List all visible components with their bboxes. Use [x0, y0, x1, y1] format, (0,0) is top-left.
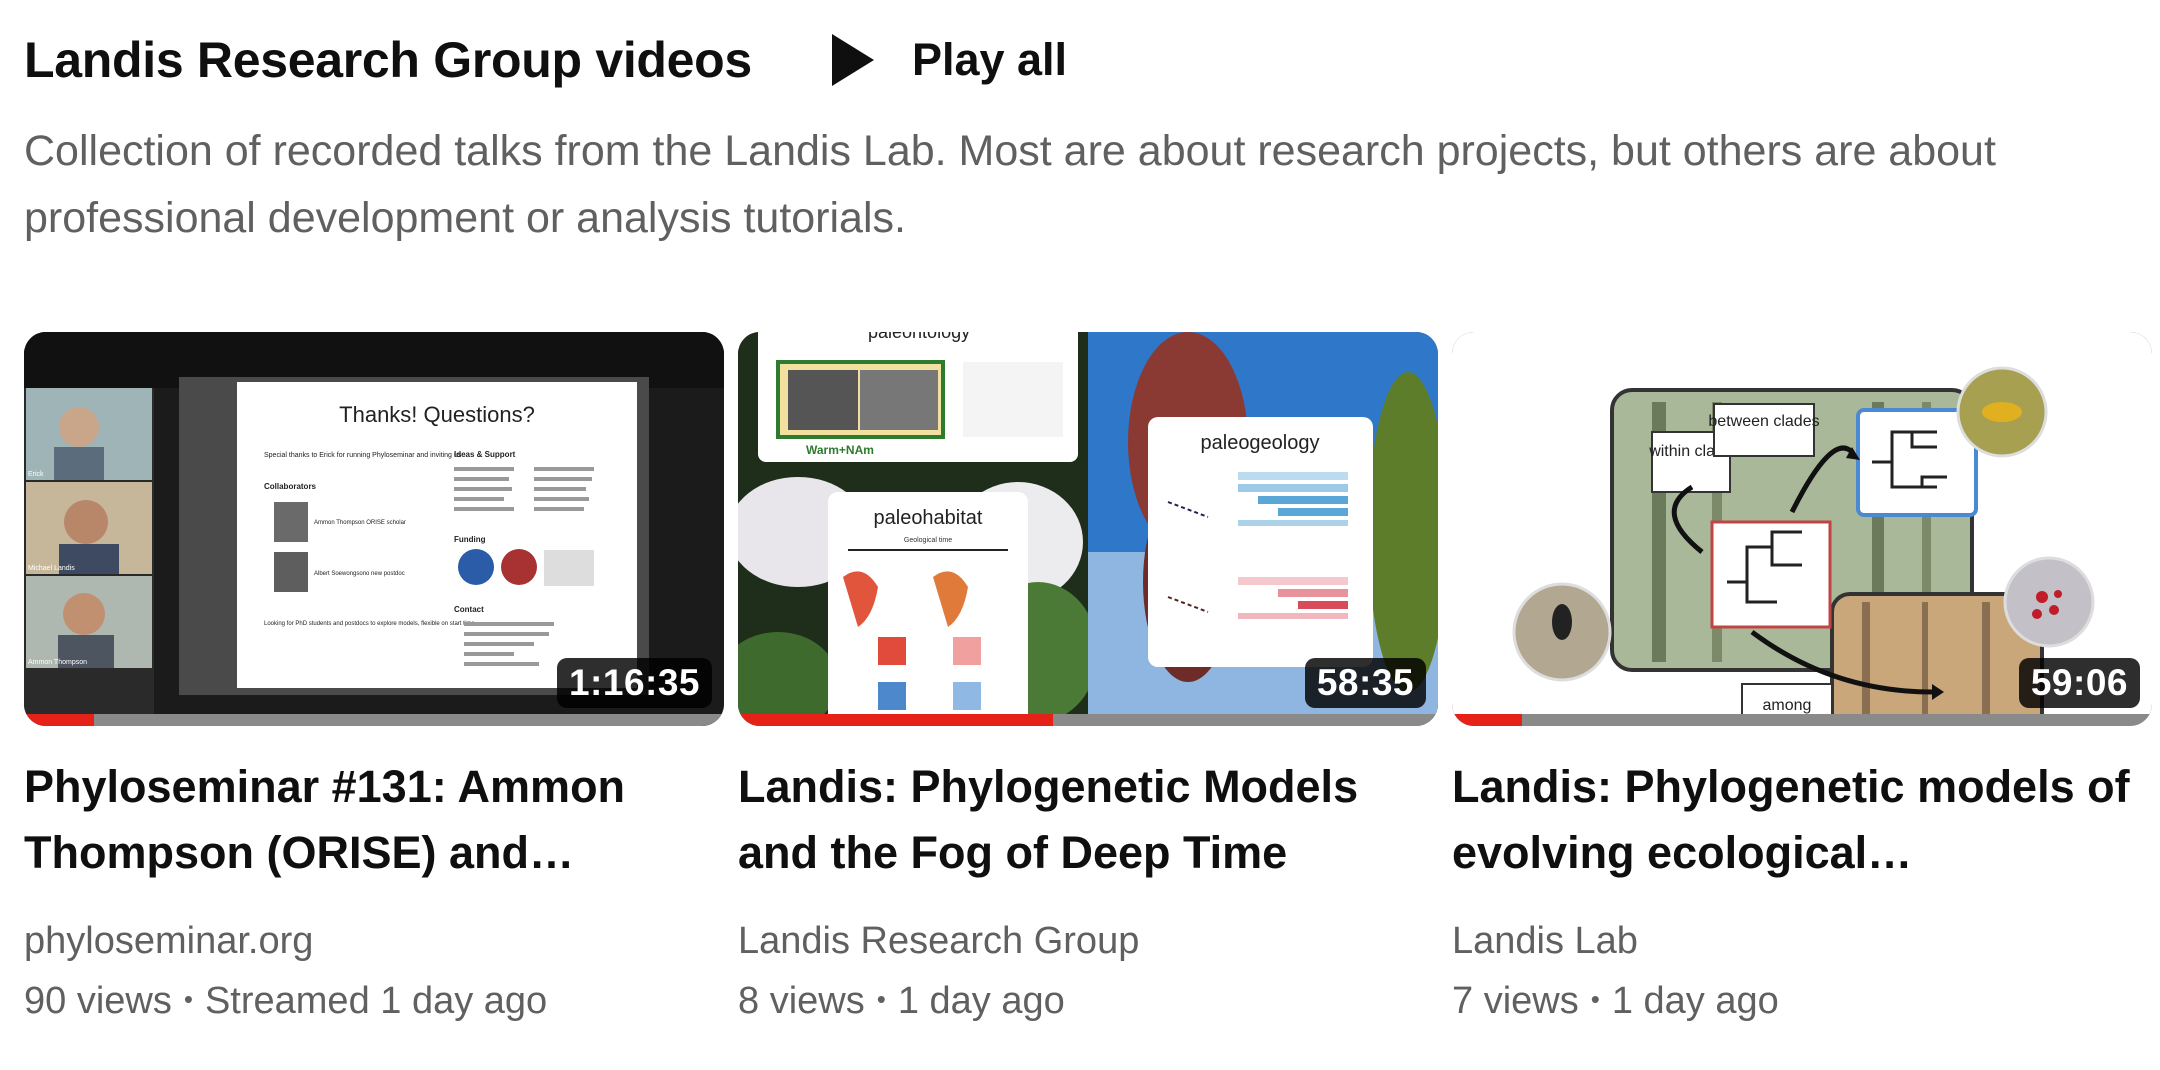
separator-dot: •: [183, 984, 193, 1014]
watch-progress-fill: [738, 714, 1053, 726]
play-icon: [831, 34, 874, 86]
slide-special-thanks: Special thanks to Erick for running Phyl…: [264, 452, 462, 459]
slide-funding: Funding: [454, 535, 486, 544]
play-all-button[interactable]: Play all: [830, 32, 1067, 88]
participant-1-name: Erick: [28, 471, 44, 478]
play-all-label: Play all: [911, 34, 1068, 85]
playlist-header: Landis Research Group videos Play all: [24, 28, 1067, 92]
video-title[interactable]: Landis: Phylogenetic models of evolving …: [1452, 754, 2152, 886]
slide-collaborator-2: Albert Soewongsono new postdoc: [314, 571, 405, 577]
channel-name[interactable]: phyloseminar.org: [24, 918, 724, 964]
playlist-description: Collection of recorded talks from the La…: [24, 127, 1996, 242]
video-metadata: 90 views • Streamed 1 day ago: [24, 978, 724, 1027]
video-grid: Erick Michael Landis Ammon Thompson Than…: [24, 332, 2152, 1027]
watch-progress-bar: [1452, 714, 2152, 726]
separator-dot: •: [876, 984, 886, 1014]
view-count: 8 views: [738, 980, 865, 1022]
view-count: 90 views: [24, 980, 172, 1022]
video-title[interactable]: Phyloseminar #131: Ammon Thompson (ORISE…: [24, 754, 724, 886]
playlist-section: Landis Research Group videos Play all Co…: [0, 0, 2160, 1070]
channel-name[interactable]: Landis Research Group: [738, 918, 1438, 964]
video-thumbnail[interactable]: Erick Michael Landis Ammon Thompson Than…: [24, 332, 724, 726]
between-clades-label: between clades: [1708, 413, 1819, 430]
among-label: among: [1763, 697, 1812, 714]
slide-collaborator-1: Ammon Thompson ORISE scholar: [314, 520, 406, 526]
channel-name[interactable]: Landis Lab: [1452, 918, 2152, 964]
slide-ideas: Ideas & Support: [454, 450, 516, 459]
video-metadata: 7 views • 1 day ago: [1452, 978, 2152, 1027]
upload-age: 1 day ago: [1611, 980, 1779, 1022]
video-card[interactable]: Erick Michael Landis Ammon Thompson Than…: [24, 332, 724, 1027]
video-thumbnail[interactable]: within clade between clades among 59:06: [1452, 332, 2152, 726]
paleohabitat-label: paleohabitat: [874, 507, 983, 529]
video-duration: 59:06: [2018, 658, 2140, 708]
video-duration: 1:16:35: [556, 658, 712, 708]
video-title[interactable]: Landis: Phylogenetic Models and the Fog …: [738, 754, 1438, 886]
slide-contact: Contact: [454, 605, 484, 614]
watch-progress-bar: [738, 714, 1438, 726]
watch-progress-bar: [24, 714, 724, 726]
upload-age: Streamed 1 day ago: [204, 980, 548, 1022]
habitat-axis-label: Geological time: [904, 537, 952, 544]
participant-2-name: Michael Landis: [28, 565, 75, 572]
playlist-title[interactable]: Landis Research Group videos: [24, 31, 752, 89]
view-count: 7 views: [1452, 980, 1579, 1022]
slide-looking-for: Looking for PhD students and postdocs to…: [264, 621, 475, 627]
paleontology-label: paleontology: [868, 332, 970, 342]
slide-heading: Thanks! Questions?: [339, 402, 535, 427]
separator-dot: •: [1590, 984, 1600, 1014]
upload-age: 1 day ago: [897, 980, 1065, 1022]
video-duration: 58:35: [1304, 658, 1426, 708]
slide-collaborators: Collaborators: [264, 482, 317, 491]
watch-progress-fill: [24, 714, 94, 726]
watch-progress-fill: [1452, 714, 1522, 726]
video-metadata: 8 views • 1 day ago: [738, 978, 1438, 1027]
video-card[interactable]: within clade between clades among 59:06 …: [1452, 332, 2152, 1027]
paleogeology-label: paleogeology: [1201, 432, 1320, 454]
video-card[interactable]: paleontology Warm+NAm paleohabitat Geolo…: [738, 332, 1438, 1027]
participant-3-name: Ammon Thompson: [28, 659, 87, 666]
video-thumbnail[interactable]: paleontology Warm+NAm paleohabitat Geolo…: [738, 332, 1438, 726]
warm-label: Warm+NAm: [806, 443, 874, 457]
